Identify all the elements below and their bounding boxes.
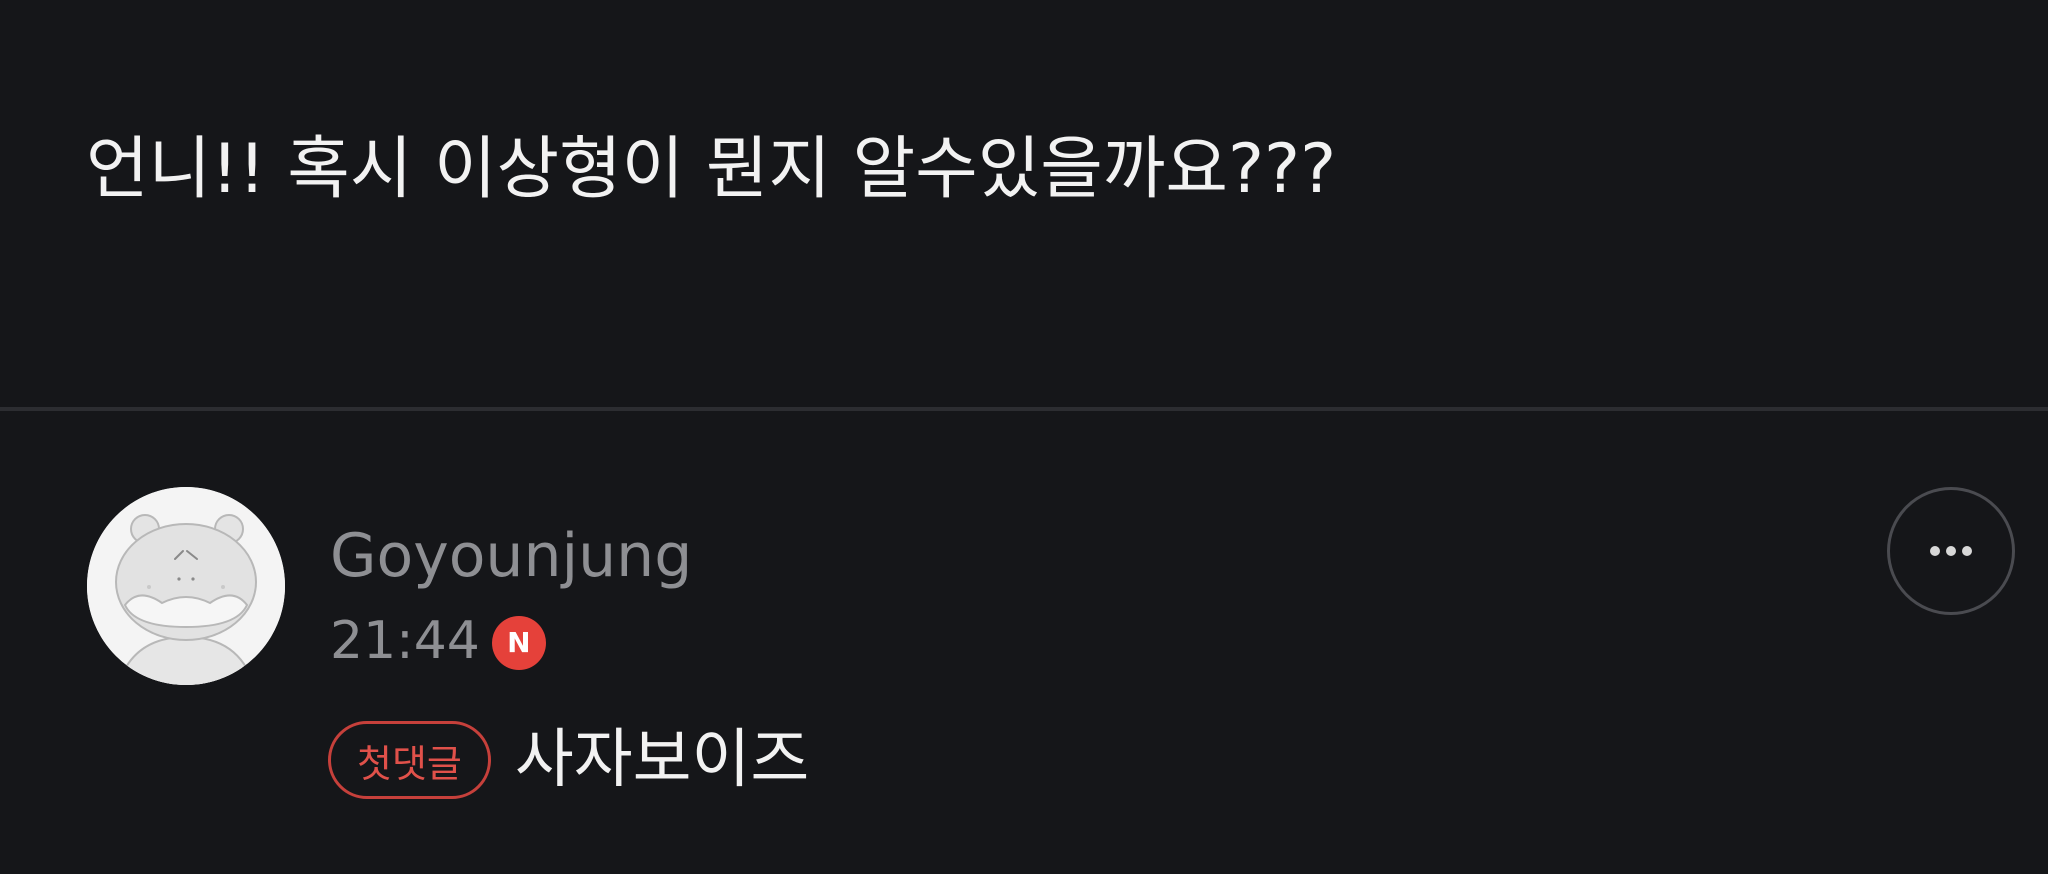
first-comment-tag: 첫댓글 — [328, 721, 491, 799]
new-badge-label: N — [507, 626, 531, 659]
more-horizontal-icon — [1930, 546, 1972, 556]
new-badge: N — [491, 616, 546, 670]
avatar[interactable] — [87, 487, 285, 685]
divider — [0, 407, 2048, 411]
more-options-button[interactable] — [1887, 487, 2015, 615]
comment-screen: 언니!! 혹시 이상형이 뭔지 알수있을까요??? Goyounjung 21:… — [0, 0, 2048, 874]
comment-meta: 21:44 N — [330, 603, 546, 679]
comment-text: 사자보이즈 — [514, 723, 810, 797]
post-body-text: 언니!! 혹시 이상형이 뭔지 알수있을까요??? — [86, 130, 1337, 209]
author-name[interactable]: Goyounjung — [330, 518, 692, 594]
comment-content: 첫댓글 사자보이즈 — [328, 718, 809, 802]
cartoon-bear-avatar-icon — [87, 487, 285, 685]
comment-time: 21:44 — [330, 611, 480, 671]
